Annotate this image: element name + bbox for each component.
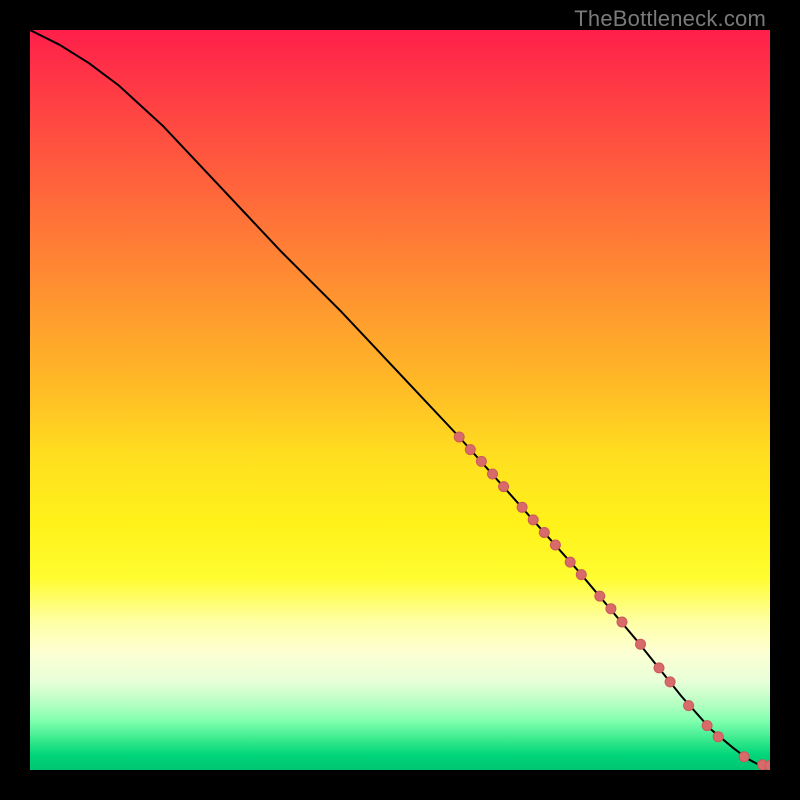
- data-marker: [606, 604, 616, 614]
- data-marker: [702, 721, 712, 731]
- attribution-text: TheBottleneck.com: [574, 6, 766, 32]
- data-marker: [665, 677, 675, 687]
- curve-line: [30, 30, 770, 766]
- data-marker: [617, 617, 627, 627]
- data-marker: [517, 502, 527, 512]
- data-marker: [550, 540, 560, 550]
- data-marker: [739, 752, 749, 762]
- data-marker: [565, 557, 575, 567]
- data-marker: [454, 432, 464, 442]
- data-marker: [636, 639, 646, 649]
- data-marker: [595, 591, 605, 601]
- data-marker: [465, 445, 475, 455]
- data-marker: [576, 570, 586, 580]
- data-marker: [488, 469, 498, 479]
- data-marker: [539, 528, 549, 538]
- data-marker: [684, 701, 694, 711]
- data-marker: [476, 456, 486, 466]
- chart-frame: [30, 30, 770, 770]
- data-marker: [654, 663, 664, 673]
- data-marker: [713, 732, 723, 742]
- chart-overlay: [30, 30, 770, 770]
- marker-layer: [454, 432, 770, 770]
- data-marker: [499, 482, 509, 492]
- data-marker: [528, 515, 538, 525]
